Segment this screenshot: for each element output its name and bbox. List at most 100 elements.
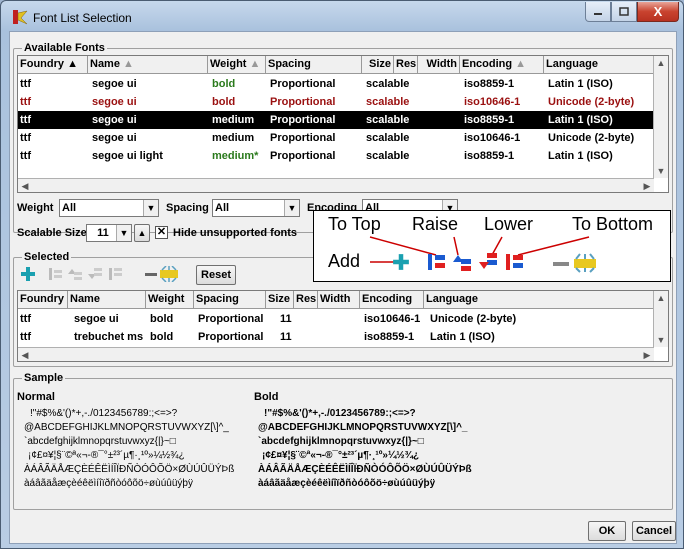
ok-button[interactable]: OK — [588, 521, 626, 541]
cell-name: trebuchet ms — [74, 331, 144, 343]
selected-vscroll[interactable]: ▲ ▼ — [653, 291, 668, 347]
scroll-left-arrow-icon[interactable]: ◀ — [18, 179, 32, 193]
lower-disabled-icon[interactable] — [86, 266, 104, 282]
available-fonts-legend: Available Fonts — [22, 42, 107, 54]
selected-font-row[interactable]: ttf segoe ui bold Proportional 11 iso10646-1 U… — [18, 310, 654, 328]
cell-spacing: Proportional — [198, 331, 264, 343]
to-bottom-disabled-icon[interactable] — [106, 266, 124, 282]
dropdown-arrow-icon[interactable]: ▼ — [284, 200, 299, 216]
tk-app-icon — [13, 10, 28, 25]
cell-size: 11 — [280, 331, 292, 343]
font-list-selection-window: Font List Selection X Available Fonts Fo… — [0, 0, 684, 549]
close-icon: X — [653, 4, 663, 19]
sel-header-name[interactable]: Name — [68, 291, 146, 309]
header-res[interactable]: Res — [394, 56, 418, 74]
close-button[interactable]: X — [637, 2, 679, 22]
selected-hscroll[interactable]: ◀ ▶ — [18, 347, 654, 361]
cancel-button[interactable]: Cancel — [632, 521, 676, 541]
header-language[interactable]: Language — [544, 56, 654, 74]
weight-filter-select[interactable]: All ▼ — [59, 199, 159, 217]
normal-sample-text: !"#$%&'()*+,-./0123456789:;<=>? @ABCDEFG… — [24, 408, 235, 489]
title-bar[interactable]: Font List Selection X — [1, 1, 683, 35]
available-font-row[interactable]: ttf segoe ui medium Proportional scalable iso… — [18, 111, 654, 129]
cell-weight: bold — [212, 96, 236, 108]
minimize-button[interactable] — [585, 2, 611, 22]
cell-weight: bold — [150, 331, 174, 343]
cell-encoding: iso10646-1 — [364, 313, 421, 325]
cell-size: scalable — [366, 132, 410, 144]
cell-weight: bold — [150, 313, 174, 325]
available-font-row[interactable]: ttf segoe ui medium Proportional scalable iso… — [18, 129, 654, 147]
available-font-row[interactable]: ttf segoe ui bold Proportional scalable iso88… — [18, 75, 654, 93]
cell-spacing: Proportional — [270, 96, 336, 108]
header-spacing[interactable]: Spacing — [266, 56, 362, 74]
cell-foundry: ttf — [20, 313, 31, 325]
scroll-down-arrow-icon[interactable]: ▼ — [654, 333, 668, 347]
available-font-row[interactable]: ttf segoe ui bold Proportional scalable iso10… — [18, 93, 654, 111]
sel-header-foundry[interactable]: Foundry — [18, 291, 68, 309]
sort-indicator-icon: ▲ — [515, 58, 527, 70]
sel-header-spacing[interactable]: Spacing — [194, 291, 266, 309]
scroll-up-arrow-icon[interactable]: ▲ — [654, 56, 668, 70]
dropdown-arrow-icon[interactable]: ▼ — [116, 225, 131, 241]
cell-size: scalable — [366, 150, 410, 162]
cell-name: segoe ui — [74, 313, 119, 325]
cell-weight: medium — [212, 132, 255, 144]
spacing-filter-select[interactable]: All ▼ — [212, 199, 300, 217]
maximize-button[interactable] — [611, 2, 637, 22]
available-hscroll[interactable]: ◀ ▶ — [18, 178, 654, 192]
cell-size: scalable — [366, 78, 410, 90]
scroll-right-arrow-icon[interactable]: ▶ — [640, 348, 654, 362]
cell-spacing: Proportional — [270, 132, 336, 144]
scroll-down-arrow-icon[interactable]: ▼ — [654, 164, 668, 178]
cell-spacing: Proportional — [198, 313, 264, 325]
cell-spacing: Proportional — [270, 78, 336, 90]
sel-header-res[interactable]: Res — [294, 291, 318, 309]
scroll-right-arrow-icon[interactable]: ▶ — [640, 179, 654, 193]
sel-header-width[interactable]: Width — [318, 291, 360, 309]
hide-unsupported-checkbox[interactable]: ✕ — [155, 226, 168, 239]
cell-language: Latin 1 (ISO) — [548, 114, 613, 126]
selected-fonts-list[interactable]: Foundry Name Weight Spacing Size Res Wid… — [17, 290, 669, 362]
to-top-disabled-icon[interactable] — [46, 266, 64, 282]
selected-font-row[interactable]: ttf trebuchet ms bold Proportional 11 iso8859… — [18, 328, 654, 346]
cell-name: segoe ui — [92, 114, 137, 126]
reset-button[interactable]: Reset — [196, 265, 236, 285]
scroll-up-arrow-icon[interactable]: ▲ — [654, 291, 668, 305]
sample-bold-label: Bold — [254, 391, 279, 403]
available-fonts-group: Available Fonts Foundry ▲ Name ▲ Weight … — [13, 42, 673, 242]
sel-header-size[interactable]: Size — [266, 291, 294, 309]
maximize-icon — [619, 7, 629, 16]
sort-up-icon: ▲ — [67, 58, 78, 70]
header-foundry[interactable]: Foundry ▲ — [18, 56, 88, 74]
add-font-icon[interactable] — [20, 266, 36, 282]
selected-header: Foundry Name Weight Spacing Size Res Wid… — [18, 291, 654, 309]
raise-disabled-icon[interactable] — [66, 266, 84, 282]
header-encoding[interactable]: Encoding ▲ — [460, 56, 544, 74]
remove-font-icon[interactable] — [144, 266, 180, 282]
cell-name: segoe ui light — [92, 150, 163, 162]
header-name[interactable]: Name ▲ — [88, 56, 208, 74]
spacing-filter-label: Spacing — [166, 202, 209, 214]
available-header: Foundry ▲ Name ▲ Weight ▲ Spacing Size R… — [18, 56, 654, 74]
cell-encoding: iso8859-1 — [464, 78, 515, 90]
scalable-size-select[interactable]: 11 ▼ — [86, 224, 132, 242]
sel-header-language[interactable]: Language — [424, 291, 654, 309]
sel-header-encoding[interactable]: Encoding — [360, 291, 424, 309]
available-font-row[interactable]: ttf segoe ui light medium* Proportional scal… — [18, 147, 654, 165]
dropdown-arrow-icon[interactable]: ▼ — [143, 200, 158, 216]
bold-sample-text: !"#$%&'()*+,-./0123456789:;<=>? @ABCDEFG… — [258, 408, 472, 489]
size-increment-button[interactable]: ▲ — [134, 224, 150, 242]
hide-unsupported-label: Hide unsupported fonts — [173, 227, 298, 239]
cell-encoding: iso10646-1 — [464, 96, 521, 108]
cell-foundry: ttf — [20, 331, 31, 343]
sel-header-weight[interactable]: Weight — [146, 291, 194, 309]
header-weight[interactable]: Weight ▲ — [208, 56, 266, 74]
available-vscroll[interactable]: ▲ ▼ — [653, 56, 668, 178]
available-fonts-list[interactable]: Foundry ▲ Name ▲ Weight ▲ Spacing Size R… — [17, 55, 669, 193]
scroll-left-arrow-icon[interactable]: ◀ — [18, 348, 32, 362]
sample-group: Sample Normal Bold !"#$%&'()*+,-./012345… — [13, 372, 673, 510]
weight-filter-label: Weight — [17, 202, 54, 214]
header-width[interactable]: Width — [418, 56, 460, 74]
header-size[interactable]: Size — [362, 56, 394, 74]
